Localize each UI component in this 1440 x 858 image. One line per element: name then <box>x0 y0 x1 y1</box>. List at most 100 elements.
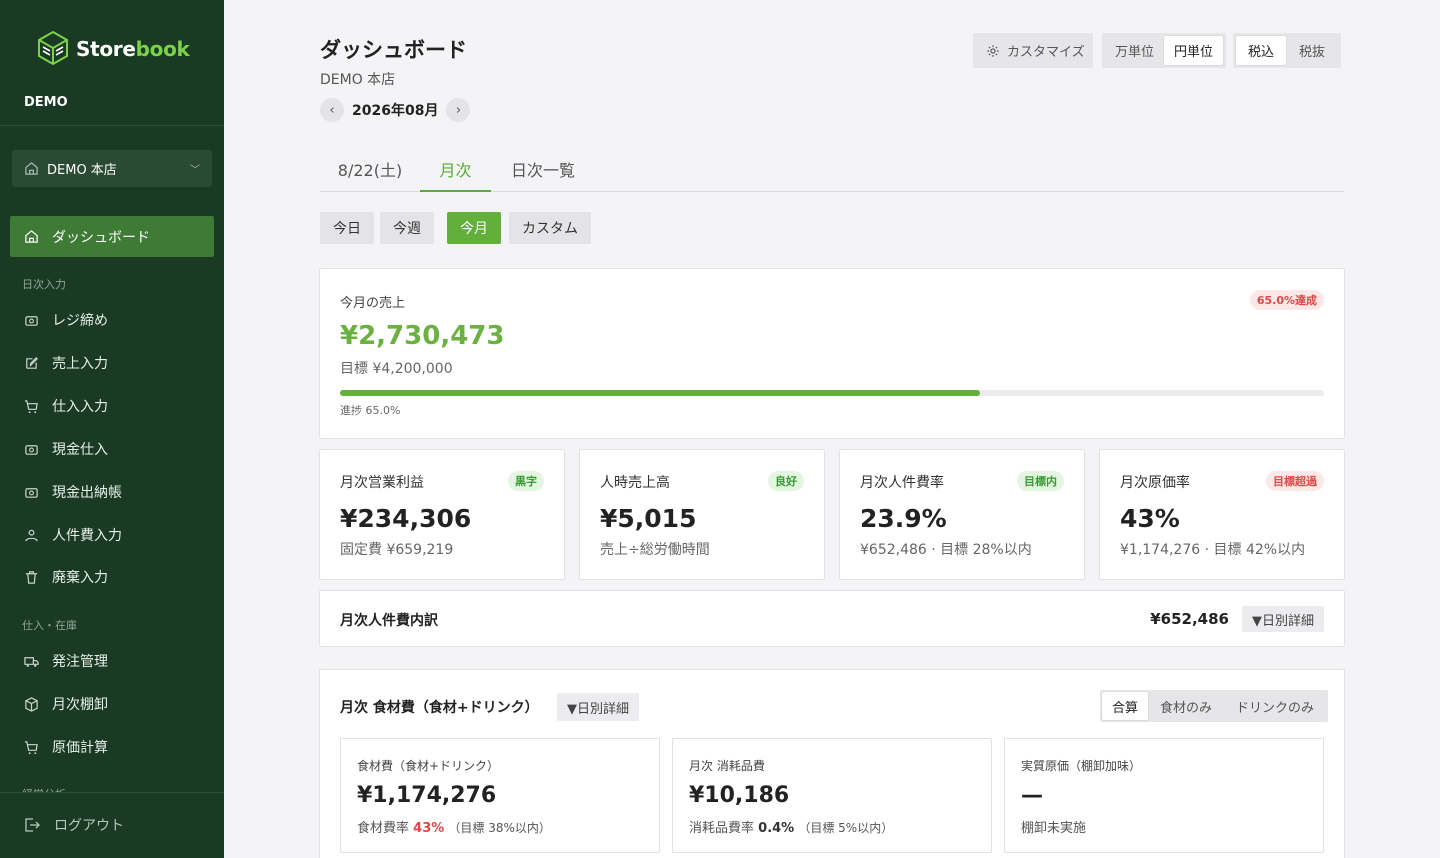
logout-label: ログアウト <box>54 818 124 834</box>
sidebar-item-label: 売上入力 <box>52 356 108 372</box>
food-scope-toggle: 合算 食材のみ ドリンクのみ <box>1100 690 1329 722</box>
cart-icon <box>24 399 38 413</box>
subcard-note: 食材費率 43% （目標 38%以内） <box>357 821 551 836</box>
sidebar-item-label: 現金出納帳 <box>52 485 122 501</box>
unit-option-man[interactable]: 万単位 <box>1105 36 1164 65</box>
labor-breakdown-card: 月次人件費内訳 ¥652,486 ▼日別詳細 <box>319 590 1345 647</box>
kpi-title: 月次人件費率 <box>860 475 944 491</box>
sidebar-item-cash-book[interactable]: 現金出納帳 <box>24 481 122 503</box>
tab-monthly[interactable]: 月次 <box>420 146 491 192</box>
filter-this-week[interactable]: 今週 <box>380 212 434 244</box>
kpi-card-cost-rate: 月次原価率 目標超過 43% ¥1,174,276 · 目標 42%以内 <box>1099 449 1345 580</box>
actual-cost-subcard: 実質原価（棚卸加味） — 棚卸未実施 <box>1004 738 1324 853</box>
sales-label: 今月の売上 <box>340 296 406 311</box>
organization-name: DEMO <box>24 95 68 110</box>
brand-logo[interactable]: Storebook <box>36 30 190 68</box>
store-subtitle: DEMO 本店 <box>320 72 396 88</box>
sidebar-item-cost-calculation[interactable]: 原価計算 <box>24 736 108 758</box>
food-cost-title: 月次 食材費（食材+ドリンク） <box>340 700 539 716</box>
filter-custom[interactable]: カスタム <box>509 212 591 244</box>
sidebar-item-label: レジ締め <box>52 313 108 329</box>
sales-progress-bar <box>340 390 1324 396</box>
kpi-card-operating-profit: 月次営業利益 黒字 ¥234,306 固定費 ¥659,219 <box>319 449 565 580</box>
kpi-value: ¥234,306 <box>340 504 472 533</box>
sidebar-item-label: 原価計算 <box>52 740 108 756</box>
labor-breakdown-value: ¥652,486 <box>1150 610 1229 628</box>
status-badge: 目標内 <box>1017 471 1064 491</box>
sidebar: Storebook DEMO DEMO 本店 ﹀ ダッシュボード 日次入力 レジ… <box>0 0 224 858</box>
labor-daily-detail-button[interactable]: ▼日別詳細 <box>1242 606 1324 632</box>
scope-option-combined[interactable]: 合算 <box>1102 692 1149 720</box>
home-icon <box>25 230 38 243</box>
prev-month-button[interactable]: ‹ <box>320 98 344 122</box>
divider <box>0 792 224 793</box>
sidebar-item-waste-input[interactable]: 廃棄入力 <box>24 566 108 588</box>
sidebar-item-purchase-input[interactable]: 仕入入力 <box>24 395 108 417</box>
scope-option-drink-only[interactable]: ドリンクのみ <box>1224 692 1326 720</box>
cash-icon <box>25 487 38 498</box>
sidebar-item-label: 仕入入力 <box>52 399 108 415</box>
tax-option-included[interactable]: 税込 <box>1236 36 1287 65</box>
sales-target: 目標 ¥4,200,000 <box>340 361 453 377</box>
subcard-note: 棚卸未実施 <box>1021 821 1087 836</box>
scope-option-food-only[interactable]: 食材のみ <box>1148 692 1224 720</box>
sidebar-item-label: 発注管理 <box>52 654 108 670</box>
kpi-subtext: 固定費 ¥659,219 <box>340 542 454 558</box>
tax-toggle: 税込 税抜 <box>1233 33 1342 68</box>
subcard-title: 月次 消耗品費 <box>689 759 765 773</box>
cash-icon <box>25 444 38 455</box>
people-icon <box>25 529 38 541</box>
month-label: 2026年08月 <box>352 103 439 119</box>
unit-toggle: 万単位 円単位 <box>1102 33 1227 68</box>
filter-this-month[interactable]: 今月 <box>447 212 501 244</box>
sales-value: ¥2,730,473 <box>340 321 505 351</box>
sidebar-item-label: 現金仕入 <box>52 442 108 458</box>
tab-daily-list[interactable]: 日次一覧 <box>491 146 595 192</box>
sidebar-item-label: 廃棄入力 <box>52 570 108 586</box>
cart-icon <box>24 740 38 754</box>
store-selector-label: DEMO 本店 <box>47 163 117 178</box>
food-cost-subcard: 食材費（食材+ドリンク） ¥1,174,276 食材費率 43% （目標 38%… <box>340 738 660 853</box>
kpi-title: 月次原価率 <box>1120 475 1190 491</box>
sidebar-item-labor-input[interactable]: 人件費入力 <box>24 524 122 546</box>
supplies-cost-rate: 0.4% <box>758 821 795 836</box>
tab-today[interactable]: 8/22(土) <box>320 146 420 192</box>
home-icon <box>25 162 38 175</box>
kpi-card-sales-per-hour: 人時売上高 良好 ¥5,015 売上÷総労働時間 <box>579 449 825 580</box>
store-selector[interactable]: DEMO 本店 ﹀ <box>12 150 212 187</box>
sidebar-item-label: 月次棚卸 <box>52 697 108 713</box>
customize-button[interactable]: カスタマイズ <box>973 33 1093 68</box>
tax-option-excluded[interactable]: 税抜 <box>1286 36 1338 65</box>
status-badge: 黒字 <box>508 471 544 491</box>
kpi-value: ¥5,015 <box>600 504 697 533</box>
next-month-button[interactable]: › <box>446 98 471 122</box>
logout-button[interactable]: ログアウト <box>24 815 124 835</box>
chevron-down-icon: ﹀ <box>190 165 200 176</box>
gear-icon <box>987 44 999 57</box>
divider <box>0 125 224 126</box>
food-daily-detail-button[interactable]: ▼日別詳細 <box>557 693 639 721</box>
status-badge: 良好 <box>768 471 804 491</box>
kpi-subtext: ¥652,486 · 目標 28%以内 <box>860 542 1032 558</box>
sidebar-item-label: 人件費入力 <box>52 528 122 544</box>
sidebar-item-order-management[interactable]: 発注管理 <box>24 650 108 672</box>
section-label-stock: 仕入・在庫 <box>22 619 77 632</box>
progress-label: 進捗 65.0% <box>340 404 401 417</box>
view-tabs: 8/22(土) 月次 日次一覧 <box>320 146 1344 192</box>
logout-icon <box>25 818 40 832</box>
section-label-daily: 日次入力 <box>22 278 66 291</box>
sidebar-item-cash-purchase[interactable]: 現金仕入 <box>24 438 108 460</box>
sidebar-item-dashboard[interactable]: ダッシュボード <box>10 216 214 257</box>
filter-today[interactable]: 今日 <box>320 212 374 244</box>
period-filters: 今日 今週 今月 カスタム <box>320 212 597 244</box>
customize-label: カスタマイズ <box>1007 45 1085 60</box>
sidebar-item-sales-input[interactable]: 売上入力 <box>24 352 108 374</box>
book-box-icon <box>38 30 68 66</box>
food-cost-rate: 43% <box>413 821 445 836</box>
kpi-value: 23.9% <box>860 504 947 533</box>
kpi-value: 43% <box>1120 504 1180 533</box>
sidebar-item-register-close[interactable]: レジ締め <box>24 309 108 331</box>
edit-icon <box>26 356 38 369</box>
unit-option-yen[interactable]: 円単位 <box>1164 36 1224 65</box>
sidebar-item-monthly-inventory[interactable]: 月次棚卸 <box>24 693 108 715</box>
